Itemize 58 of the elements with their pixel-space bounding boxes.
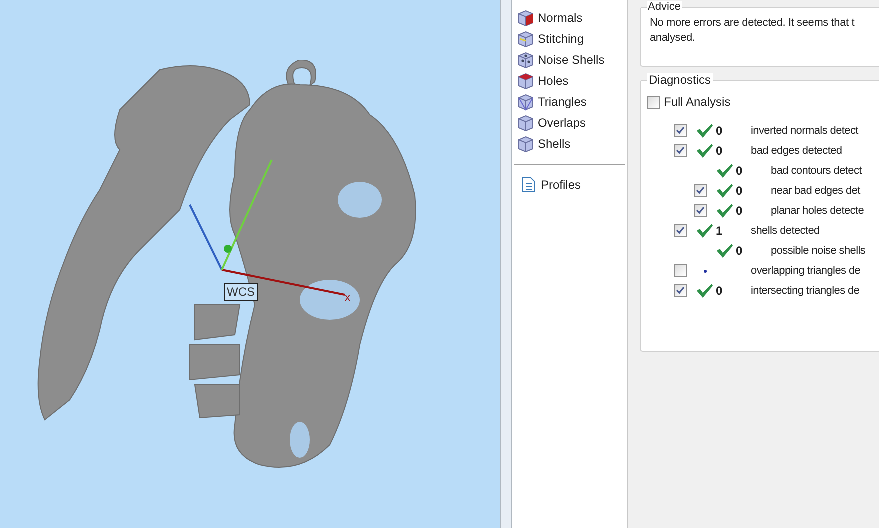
check-icon	[696, 283, 714, 299]
checkbox[interactable]	[674, 284, 687, 297]
check-icon	[696, 123, 714, 139]
cube-icon	[517, 114, 535, 132]
checkbox[interactable]	[674, 264, 687, 277]
count-value: 0	[736, 184, 743, 198]
origin-dot	[224, 245, 232, 253]
check-icon	[716, 243, 734, 259]
tool-item[interactable]: Stitching	[512, 28, 627, 49]
tool-item[interactable]: Shells	[512, 133, 627, 154]
advice-text: No more errors are detected. It seems that t	[650, 16, 855, 31]
checkbox[interactable]	[647, 96, 660, 108]
checkbox[interactable]	[694, 184, 707, 197]
check-icon	[716, 163, 734, 179]
frame-label: WCS	[224, 283, 258, 301]
diagnostic-label: possible noise shells	[771, 244, 866, 258]
count-value: 0	[736, 204, 743, 218]
count-value: 1	[716, 224, 723, 238]
checkbox-label: Full Analysis	[664, 94, 731, 111]
tool-item[interactable]: Overlaps	[512, 112, 627, 133]
diagnostic-label: shells detected	[751, 224, 820, 238]
check-icon	[696, 143, 714, 159]
tool-item[interactable]: Noise Shells	[512, 49, 627, 70]
count-value: 0	[716, 124, 723, 138]
cube-icon	[517, 8, 535, 26]
check-icon	[716, 183, 734, 199]
diagnostic-label: inverted normals detect	[751, 124, 858, 138]
cube-icon	[517, 72, 535, 90]
count-value: 0	[716, 284, 723, 298]
cube-icon	[517, 30, 535, 48]
diagnostic-label: intersecting triangles de	[751, 284, 860, 298]
z-axis-line	[189, 204, 223, 270]
tool-item[interactable]: Holes	[512, 70, 627, 91]
checkbox[interactable]	[674, 144, 687, 157]
checkbox[interactable]	[674, 124, 687, 137]
check-icon	[716, 203, 734, 219]
profiles-item[interactable]: Profiles	[512, 175, 627, 195]
cube-icon	[517, 134, 535, 152]
group-title: Diagnostics	[647, 73, 714, 87]
advice-text: analysed.	[650, 31, 696, 46]
axis-label: x	[345, 293, 350, 304]
tool-item[interactable]: Normals	[512, 7, 627, 28]
count-value: 0	[736, 244, 743, 258]
cube-icon	[517, 92, 535, 110]
diagnostic-label: bad contours detect	[771, 164, 862, 178]
count-value: 0	[716, 144, 723, 158]
cube-icon	[517, 50, 535, 68]
diagnostic-label: near bad edges det	[771, 184, 860, 198]
checkbox[interactable]	[674, 224, 687, 237]
count-value: 0	[736, 164, 743, 178]
tool-item[interactable]: Triangles	[512, 91, 627, 112]
group-title: Advice	[647, 1, 682, 13]
check-icon	[696, 223, 714, 239]
checkbox[interactable]	[694, 204, 707, 217]
diagnostic-label: bad edges detected	[751, 144, 842, 158]
diagnostic-label: planar holes detecte	[771, 204, 864, 218]
document-icon	[522, 177, 536, 193]
diagnostic-label: overlapping triangles de	[751, 264, 861, 278]
